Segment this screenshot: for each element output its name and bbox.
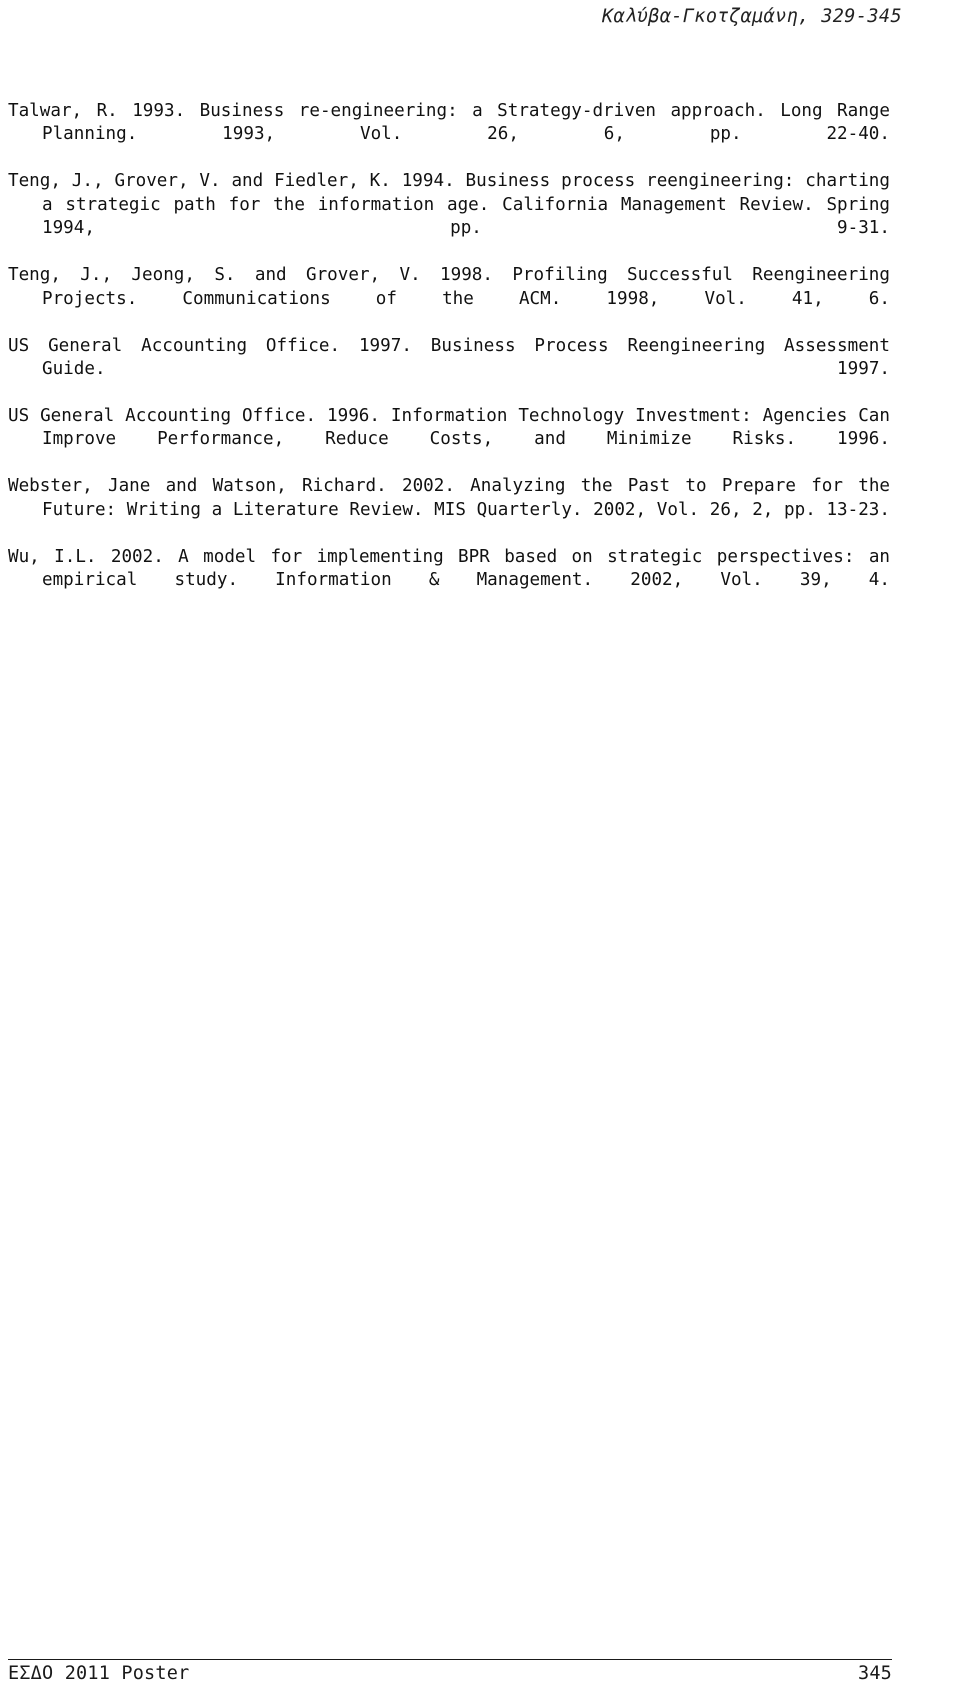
footer-conference-label: ΕΣΔΟ 2011 Poster: [8, 1663, 190, 1684]
reference-entry: Talwar, R. 1993. Business re-engineering…: [8, 101, 890, 145]
reference-entry: Webster, Jane and Watson, Richard. 2002.…: [8, 476, 890, 520]
reference-entry: Wu, I.L. 2002. A model for implementing …: [8, 546, 890, 591]
footer-divider: [8, 1659, 892, 1660]
reference-list: Talwar, R. 1993. Business re-engineering…: [8, 100, 890, 616]
reference-entry: US General Accounting Office. 1996. Info…: [8, 405, 890, 450]
reference-entry: Teng, J., Grover, V. and Fiedler, K. 199…: [8, 171, 890, 239]
document-page: Καλύβα-Γκοτζαμάνη, 329-345 Talwar, R. 19…: [0, 0, 960, 1689]
reference-entry: Teng, J., Jeong, S. and Grover, V. 1998.…: [8, 265, 890, 309]
page-footer: ΕΣΔΟ 2011 Poster 345: [8, 1663, 892, 1684]
running-header: Καλύβα-Γκοτζαμάνη, 329-345: [602, 6, 902, 27]
page-number: 345: [857, 1663, 892, 1684]
reference-entry: US General Accounting Office. 1997. Busi…: [8, 335, 890, 379]
